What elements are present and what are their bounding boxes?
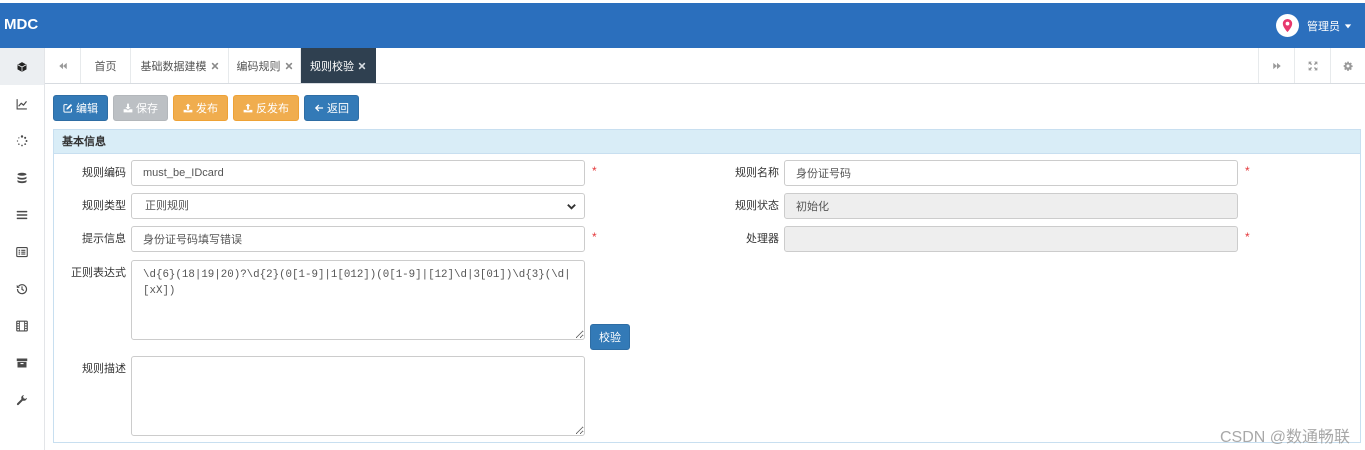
fullscreen-button[interactable] [1294, 48, 1330, 83]
required-mark: * [592, 164, 597, 178]
hint-input[interactable] [131, 226, 585, 252]
download-icon [123, 103, 133, 113]
regex-textarea[interactable]: \d{6}(18|19|20)?\d{2}(0[1-9]|1[012])(0[1… [131, 260, 585, 340]
line-chart-icon [16, 98, 28, 110]
sidebar-item-list-alt[interactable] [0, 233, 44, 270]
rule-name-input[interactable] [784, 160, 1238, 186]
required-mark: * [1245, 164, 1250, 178]
handler-label: 处理器 [746, 233, 779, 245]
tab-label: 基础数据建模 [140, 60, 207, 73]
caret-down-icon [1344, 22, 1352, 30]
archive-icon [16, 357, 28, 369]
tab-home[interactable]: 首页 [81, 48, 131, 83]
tab-bar: 首页 基础数据建模 编码规则 规则校验 [45, 48, 1365, 84]
sidebar [0, 48, 45, 450]
rule-code-input[interactable] [131, 160, 585, 186]
button-label: 发布 [196, 103, 218, 115]
sidebar-item-film[interactable] [0, 307, 44, 344]
tab-label: 规则校验 [310, 60, 354, 73]
settings-button[interactable] [1330, 48, 1365, 83]
sidebar-item-line-chart[interactable] [0, 85, 44, 122]
sidebar-item-database[interactable] [0, 159, 44, 196]
button-label: 返回 [327, 103, 349, 115]
handler-input [784, 226, 1238, 252]
database-icon [16, 172, 28, 184]
arrow-left-icon [314, 103, 324, 113]
expand-icon [1308, 61, 1318, 71]
publish-button[interactable]: 发布 [173, 95, 228, 121]
cube-icon [16, 61, 28, 73]
button-label: 保存 [136, 103, 158, 115]
sidebar-item-archive[interactable] [0, 344, 44, 381]
close-icon[interactable] [285, 62, 293, 70]
save-button[interactable]: 保存 [113, 95, 168, 121]
required-mark: * [592, 230, 597, 244]
sidebar-item-cube[interactable] [0, 48, 44, 85]
description-textarea[interactable] [131, 356, 585, 436]
backward-icon [58, 61, 68, 71]
wrench-icon [16, 394, 28, 406]
rule-name-label: 规则名称 [735, 167, 779, 179]
panel-title: 基本信息 [54, 130, 1360, 154]
top-navbar: MDC 管理员 [0, 3, 1365, 48]
rule-type-select[interactable]: 正则规则 [131, 193, 585, 219]
gear-icon [1343, 61, 1353, 71]
bars-icon [16, 209, 28, 221]
back-button[interactable]: 返回 [304, 95, 359, 121]
tab-label: 编码规则 [236, 60, 281, 73]
basic-info-panel: 基本信息 规则编码 * 规则名称 * 规则类型 正则规则 规则状态 提示信息 *… [53, 129, 1361, 443]
tab-basic-data-modeling[interactable]: 基础数据建模 [131, 48, 229, 83]
list-alt-icon [16, 246, 28, 258]
sidebar-item-wrench[interactable] [0, 381, 44, 418]
close-icon[interactable] [211, 62, 219, 70]
tab-label: 首页 [94, 60, 117, 73]
hint-label: 提示信息 [82, 233, 126, 245]
tab-coding-rules[interactable]: 编码规则 [229, 48, 301, 83]
sidebar-item-spinner[interactable] [0, 122, 44, 159]
watermark-text: CSDN @数通畅联 [1219, 429, 1350, 446]
unpublish-button[interactable]: 反发布 [233, 95, 299, 121]
forward-icon [1272, 61, 1282, 71]
upload-icon [183, 103, 193, 113]
user-menu[interactable]: 管理员 [1276, 3, 1352, 48]
sidebar-item-history[interactable] [0, 270, 44, 307]
tab-scroll-right-button[interactable] [1258, 48, 1294, 83]
avatar [1276, 14, 1299, 37]
rule-status-label: 规则状态 [735, 200, 779, 212]
tab-scroll-left-button[interactable] [45, 48, 81, 83]
tab-rule-validation[interactable]: 规则校验 [301, 48, 376, 83]
user-name: 管理员 [1307, 20, 1340, 33]
close-icon[interactable] [358, 62, 366, 70]
history-icon [16, 283, 28, 295]
button-label: 反发布 [256, 103, 289, 115]
rule-type-select-wrapper: 正则规则 [131, 193, 585, 219]
description-label: 规则描述 [82, 363, 126, 375]
edit-icon [63, 103, 73, 113]
action-toolbar: 编辑 保存 发布 反发布 返回 [53, 95, 359, 121]
spinner-icon [16, 134, 28, 147]
film-icon [16, 320, 28, 332]
regex-label: 正则表达式 [71, 267, 126, 279]
rule-code-label: 规则编码 [82, 167, 126, 179]
validate-button[interactable]: 校验 [590, 324, 630, 350]
edit-button[interactable]: 编辑 [53, 95, 108, 121]
rule-status-input [784, 193, 1238, 219]
app-logo[interactable]: MDC [4, 3, 38, 48]
rule-type-label: 规则类型 [82, 200, 126, 212]
tab-list: 首页 基础数据建模 编码规则 规则校验 [81, 48, 376, 83]
button-label: 编辑 [76, 103, 98, 115]
upload-icon [243, 103, 253, 113]
sidebar-item-bars[interactable] [0, 196, 44, 233]
map-marker-icon [1280, 18, 1295, 33]
required-mark: * [1245, 230, 1250, 244]
